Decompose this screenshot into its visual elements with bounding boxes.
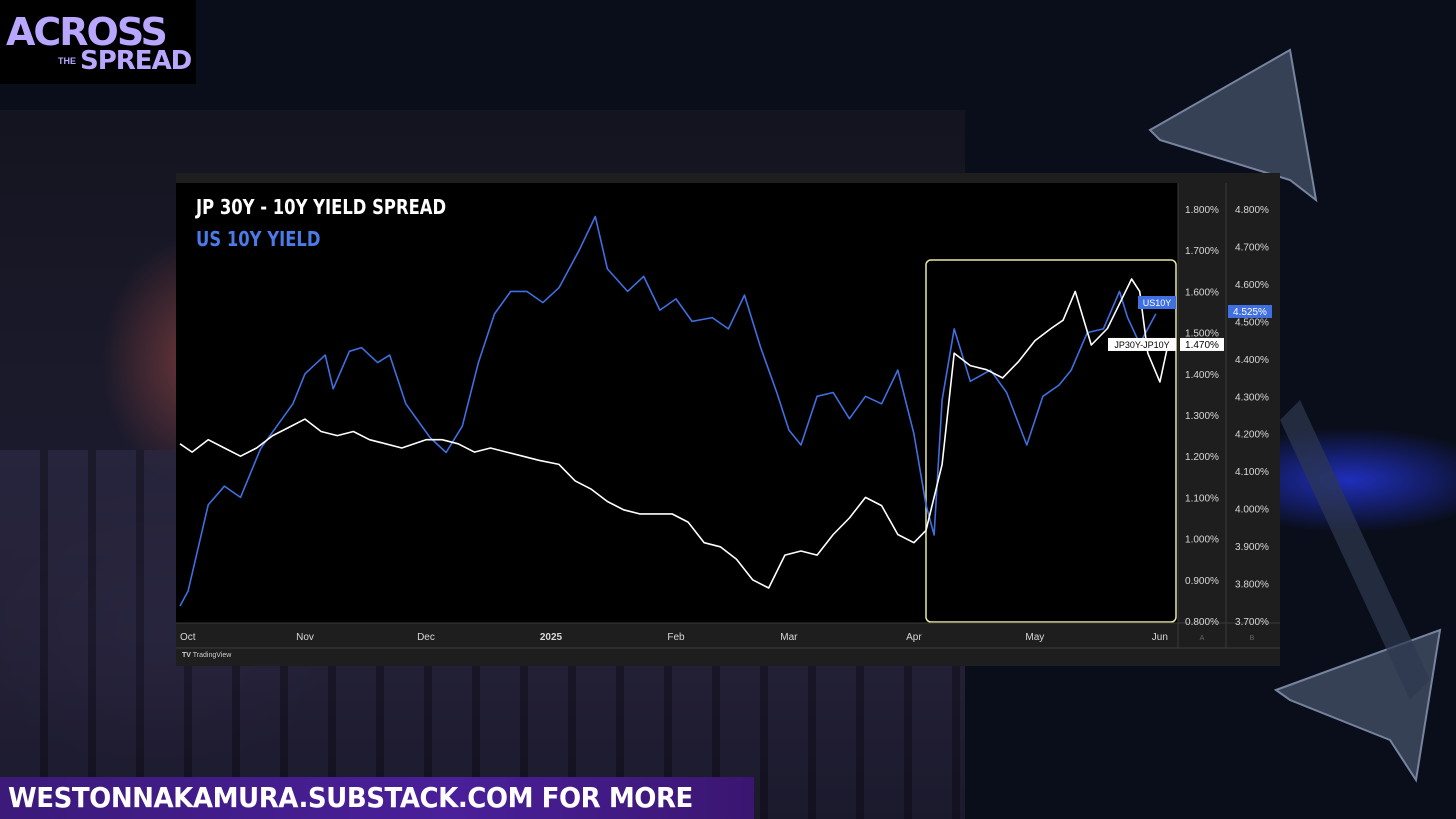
y-axis-a-tick-label: 1.600%: [1185, 287, 1219, 298]
footer-banner: WESTONNAKAMURA.SUBSTACK.COM FOR MORE: [0, 777, 754, 819]
across-the-spread-logo: ACROSS THE SPREAD: [0, 0, 196, 84]
y-axis-b-tick-label: 3.900%: [1235, 542, 1269, 553]
x-tick-label: Feb: [667, 632, 685, 643]
y-axis-a-footer-label: A: [1200, 635, 1205, 642]
y-axis-b-footer-label: B: [1250, 635, 1255, 642]
y-axis-b: 4.800% 4.700% 4.600% 4.500% 4.400% 4.300% 4.20…: [1235, 205, 1269, 642]
chart-canvas: Oct Nov Dec 2025 Feb Mar Apr May Jun 1.800% 1.700…: [176, 183, 1280, 649]
y-axis-b-tick-label: 3.800%: [1235, 580, 1269, 591]
y-axis-a-tick-label: 1.100%: [1185, 493, 1219, 504]
y-axis-b-tick-label: 4.000%: [1235, 505, 1269, 516]
tradingview-label: TradingView: [192, 652, 232, 659]
us10y-name-tag-text: US10Y: [1143, 298, 1172, 308]
y-axis-b-tick-label: 4.600%: [1235, 280, 1269, 291]
arrow-shaft: [1280, 400, 1430, 700]
y-axis-b-tick-label: 4.100%: [1235, 467, 1269, 478]
logo-line-the: THE: [58, 56, 76, 66]
y-axis-a: 1.800% 1.700% 1.600% 1.500% 1.400% 1.300% 1.20…: [1185, 205, 1219, 642]
x-tick-label: May: [1025, 632, 1044, 643]
jp-spread-name-tag-text: JP30Y-JP10Y: [1114, 340, 1169, 350]
y-axis-b-tick-label: 4.500%: [1235, 317, 1269, 328]
y-axis-b-tick-label: 4.200%: [1235, 430, 1269, 441]
plot-area: [176, 183, 1178, 623]
x-tick-label: Dec: [417, 632, 435, 643]
x-tick-label: Apr: [906, 632, 922, 643]
x-tick-label: Oct: [180, 632, 196, 643]
x-tick-label: 2025: [540, 632, 563, 643]
x-tick-label: Mar: [780, 632, 798, 643]
y-axis-a-tick-label: 1.500%: [1185, 329, 1219, 340]
x-tick-label: Nov: [296, 632, 314, 643]
y-axis-a-tick-label: 1.300%: [1185, 411, 1219, 422]
us10y-value-tag-text: 4.525%: [1233, 307, 1267, 318]
y-axis-b-tick-label: 4.400%: [1235, 355, 1269, 366]
x-axis: Oct Nov Dec 2025 Feb Mar Apr May Jun: [180, 632, 1168, 643]
y-axis-a-tick-label: 1.700%: [1185, 246, 1219, 257]
y-axis-a-tick-label: 0.800%: [1185, 617, 1219, 628]
x-tick-label: Jun: [1152, 632, 1168, 643]
y-axis-b-tick-label: 4.800%: [1235, 205, 1269, 216]
chart-title: JP 30Y - 10Y YIELD SPREAD: [196, 195, 447, 219]
y-axis-b-tick-label: 4.300%: [1235, 392, 1269, 403]
y-axis-a-tick-label: 1.200%: [1185, 452, 1219, 463]
y-axis-a-tick-label: 1.800%: [1185, 205, 1219, 216]
footer-link-text[interactable]: WESTONNAKAMURA.SUBSTACK.COM FOR MORE: [8, 781, 693, 814]
tradingview-brand: TV TradingView: [182, 652, 231, 659]
chart-subtitle: US 10Y YIELD: [196, 227, 321, 251]
jp-spread-value-tag-text: 1.470%: [1185, 340, 1219, 351]
y-axis-b-tick-label: 3.700%: [1235, 617, 1269, 628]
tradingview-logo-icon: TV: [182, 652, 191, 659]
logo-line-spread: SPREAD: [80, 46, 192, 76]
chart-panel: Oct Nov Dec 2025 Feb Mar Apr May Jun 1.800% 1.700…: [176, 173, 1280, 666]
y-axis-a-tick-label: 1.000%: [1185, 535, 1219, 546]
y-axis-a-tick-label: 1.400%: [1185, 370, 1219, 381]
y-axis-a-tick-label: 0.900%: [1185, 576, 1219, 587]
y-axis-b-tick-label: 4.700%: [1235, 242, 1269, 253]
